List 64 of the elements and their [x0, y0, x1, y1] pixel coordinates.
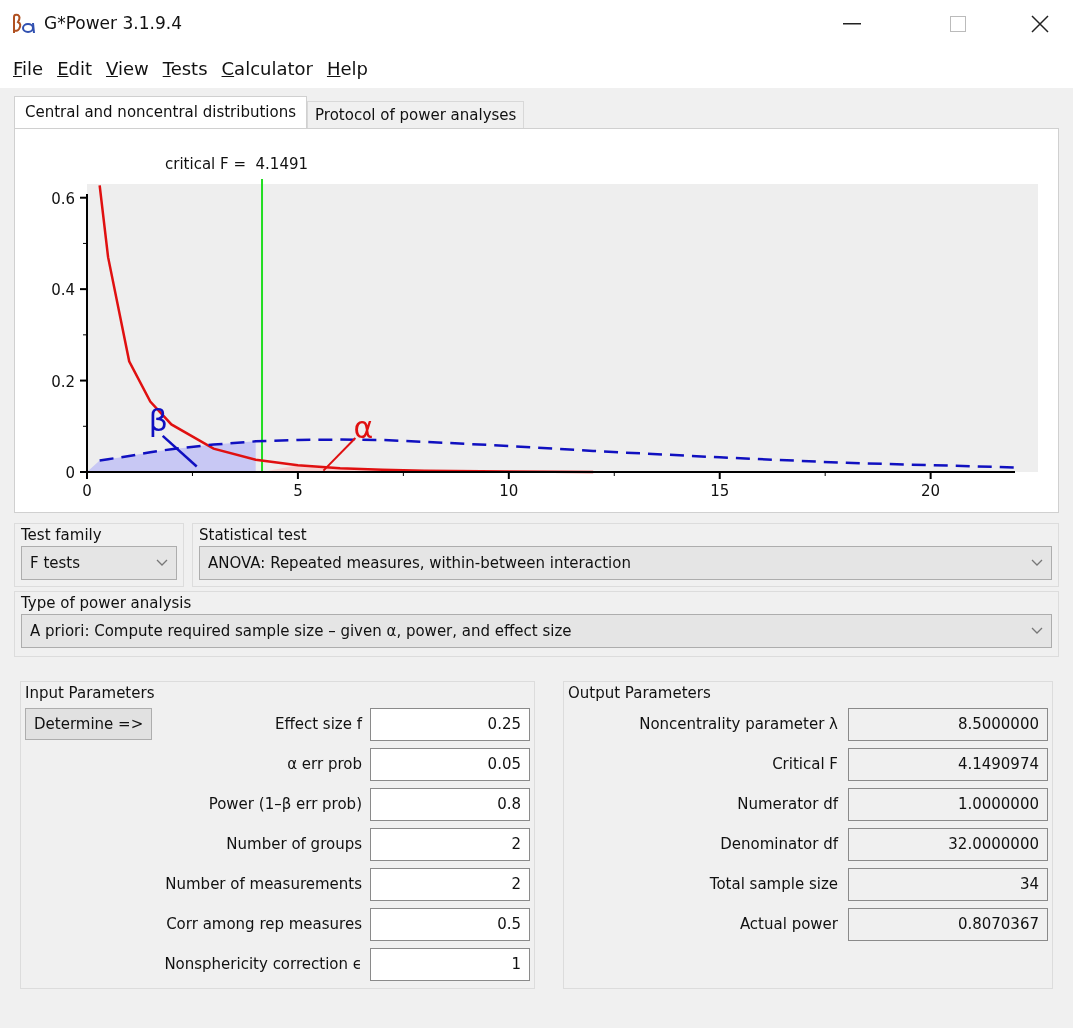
output-field[interactable]: 32.0000000 — [848, 827, 1048, 861]
dropdown[interactable]: A priori: Compute required sample size – given α, power, and effect size — [21, 614, 1052, 648]
y-tick-label: 0.2 — [51, 372, 75, 391]
y-tick-label: 0.6 — [51, 189, 75, 208]
y-tick-label: 0.4 — [51, 281, 75, 300]
group-title: Input Parameters — [25, 683, 156, 704]
group-title: Test family — [21, 525, 103, 546]
input-field[interactable]: 0.05 — [370, 747, 530, 781]
output-field[interactable]: 8.5000000 — [848, 707, 1048, 741]
menu-item[interactable]: Edit — [52, 54, 97, 82]
parameter-label: Denominator df — [719, 833, 840, 855]
parameter-label: Nonsphericity correction ϵ — [163, 953, 363, 975]
group-title: Type of power analysis — [21, 593, 193, 614]
output-field[interactable]: 4.1490974 — [848, 747, 1048, 781]
input-field[interactable]: 2 — [370, 827, 530, 861]
group-title: Output Parameters — [568, 683, 712, 704]
parameter-label: Power (1–β err prob) — [207, 793, 363, 815]
tab[interactable]: Central and noncentral distributions — [14, 96, 308, 128]
parameter-label: Numerator df — [736, 793, 840, 815]
minimize-icon — [843, 23, 861, 25]
parameter-label: Number of measurements — [164, 873, 363, 895]
x-tick-label: 5 — [293, 482, 303, 500]
tab[interactable]: Protocol of power analyses — [307, 101, 525, 128]
chevron-down-icon — [1031, 559, 1043, 567]
parameter-label: Actual power — [738, 913, 839, 935]
dropdown[interactable]: ANOVA: Repeated measures, within-between interaction — [199, 546, 1052, 580]
parameter-label: Critical F — [771, 753, 839, 775]
parameter-label: α err prob — [286, 753, 363, 775]
input-field[interactable]: 1 — [370, 947, 530, 981]
window-title: G*Power 3.1.9.4 — [44, 12, 182, 36]
critical-f-label: critical F = 4.1491 — [165, 155, 308, 173]
parameter-label: Number of groups — [225, 833, 363, 855]
input-field[interactable]: 2 — [370, 867, 530, 901]
beta-label: β — [148, 402, 168, 438]
x-tick-label: 15 — [710, 482, 730, 500]
determine-button[interactable]: Determine => — [25, 708, 153, 740]
output-field[interactable]: 0.8070367 — [848, 907, 1048, 941]
x-tick-label: 10 — [499, 482, 519, 500]
y-tick-label: 0 — [65, 464, 75, 482]
dropdown[interactable]: F tests — [21, 546, 177, 580]
parameter-label: Corr among rep measures — [165, 913, 363, 935]
menu-item[interactable]: Tests — [157, 54, 213, 82]
menu-item[interactable]: Calculator — [216, 54, 318, 82]
alpha-label: α — [353, 410, 374, 445]
parameter-label: Effect size f — [273, 713, 364, 735]
maximize-icon — [950, 16, 966, 32]
chevron-down-icon — [156, 559, 168, 567]
leader-line — [322, 437, 357, 472]
input-field[interactable]: 0.25 — [370, 707, 530, 741]
menu-item[interactable]: File — [8, 54, 49, 82]
app-icon — [12, 13, 36, 35]
parameter-label: Total sample size — [708, 873, 839, 895]
menu-item[interactable]: View — [101, 54, 154, 82]
output-field[interactable]: 34 — [848, 867, 1048, 901]
group-title: Statistical test — [199, 525, 308, 546]
input-field[interactable]: 0.5 — [370, 907, 530, 941]
close-icon — [1031, 15, 1049, 33]
output-field[interactable]: 1.0000000 — [848, 787, 1048, 821]
input-field[interactable]: 0.8 — [370, 787, 530, 821]
parameter-label: Noncentrality parameter λ — [638, 713, 839, 735]
chevron-down-icon — [1031, 627, 1043, 635]
x-tick-label: 20 — [921, 482, 941, 500]
x-tick-label: 0 — [82, 482, 92, 500]
menu-item[interactable]: Help — [321, 54, 373, 82]
